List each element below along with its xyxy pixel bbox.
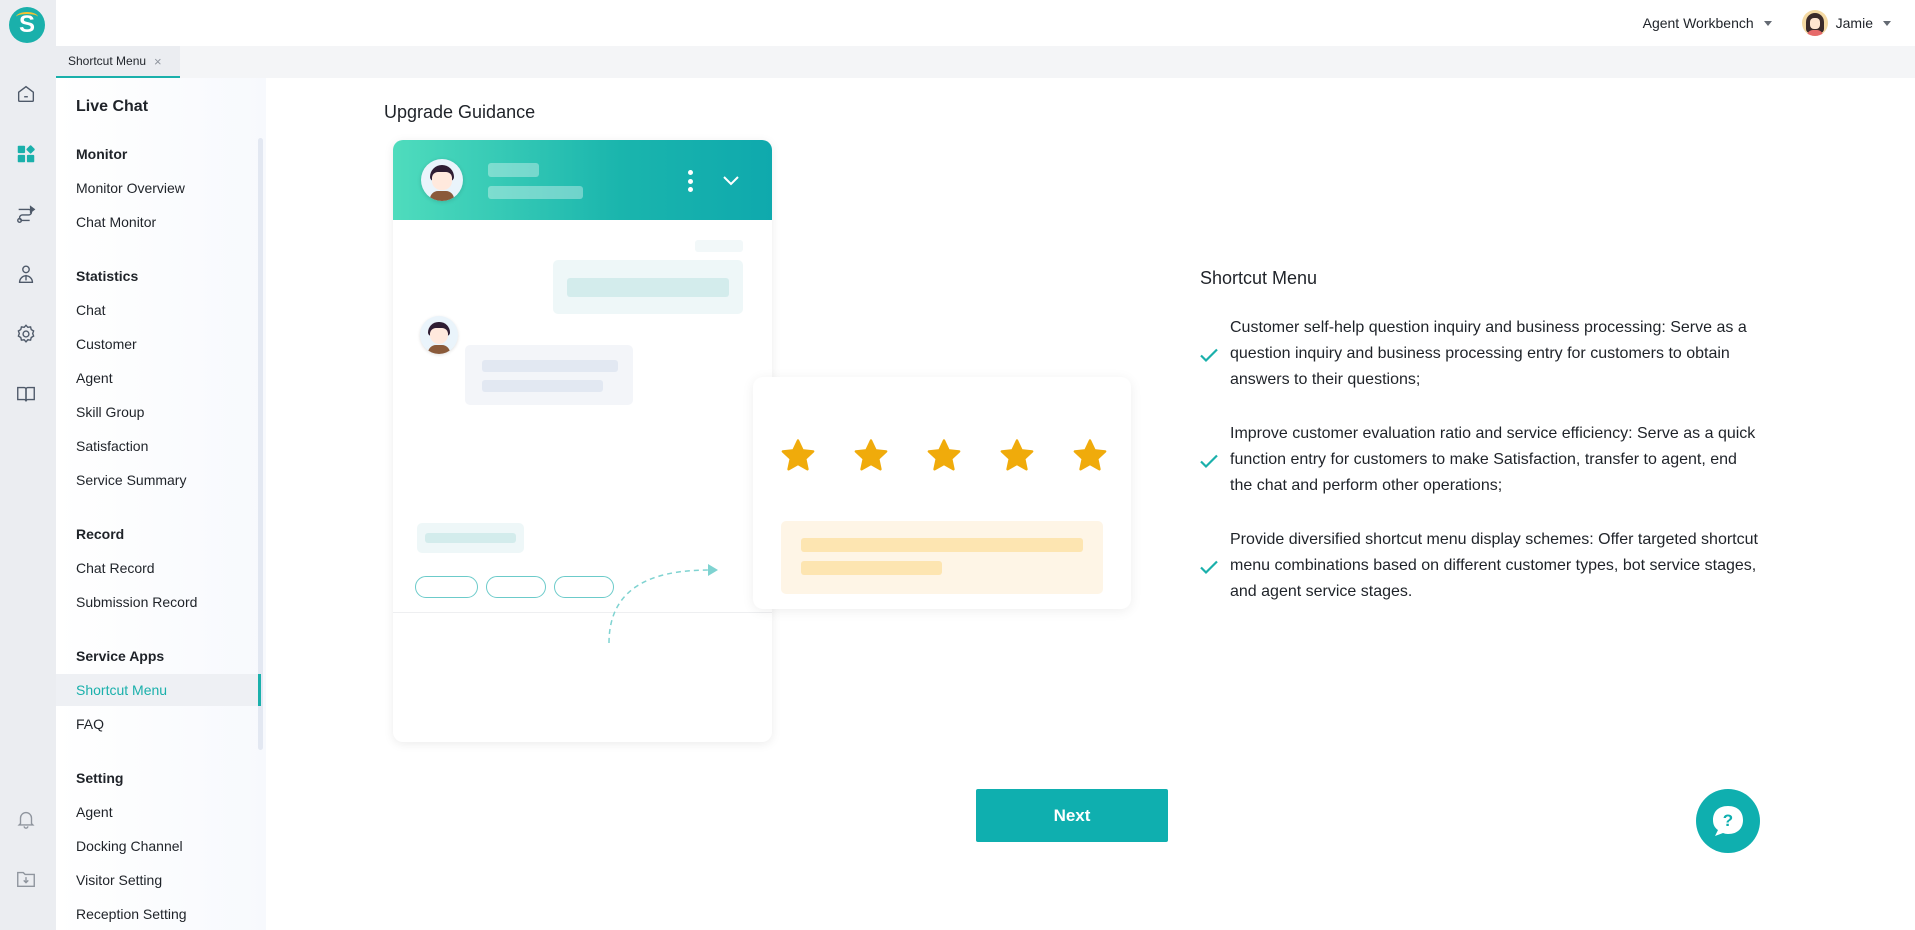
placeholder-bar bbox=[488, 186, 583, 199]
feature-item: Improve customer evaluation ratio and se… bbox=[1200, 421, 1760, 499]
placeholder-bar bbox=[488, 163, 539, 177]
top-bar: Agent Workbench Jamie bbox=[56, 0, 1915, 46]
nav-group-record: Record bbox=[76, 526, 125, 542]
next-button[interactable]: Next bbox=[976, 789, 1168, 842]
rating-card-illustration bbox=[753, 377, 1131, 609]
route-icon[interactable] bbox=[13, 201, 39, 227]
nav-item-docking-channel[interactable]: Docking Channel bbox=[56, 830, 261, 862]
nav-item-chat[interactable]: Chat bbox=[56, 294, 261, 326]
caret-down-icon bbox=[1763, 20, 1772, 26]
nav-item-setting-agent[interactable]: Agent bbox=[56, 796, 261, 828]
incoming-bubble bbox=[465, 345, 633, 405]
workspace-label: Agent Workbench bbox=[1642, 15, 1754, 31]
shortcut-pill bbox=[486, 576, 546, 598]
book-icon[interactable] bbox=[13, 381, 39, 407]
close-icon[interactable]: × bbox=[154, 54, 162, 69]
nav-item-satisfaction[interactable]: Satisfaction bbox=[56, 430, 261, 462]
nav-item-monitor-overview[interactable]: Monitor Overview bbox=[56, 172, 261, 204]
check-icon bbox=[1200, 348, 1218, 363]
workspace-switcher[interactable]: Agent Workbench bbox=[1643, 15, 1772, 31]
chat-window-header bbox=[393, 140, 772, 220]
settings-icon[interactable] bbox=[13, 321, 39, 347]
help-button[interactable]: ? bbox=[1696, 789, 1760, 853]
placeholder-bar bbox=[482, 360, 618, 372]
nav-group-service-apps: Service Apps bbox=[76, 648, 165, 664]
star-icon bbox=[1073, 439, 1107, 471]
user-avatar bbox=[1801, 10, 1828, 36]
user-menu[interactable]: Jamie bbox=[1801, 10, 1891, 36]
feature-text: Improve customer evaluation ratio and se… bbox=[1230, 425, 1756, 494]
nav-item-submission-record[interactable]: Submission Record bbox=[56, 586, 261, 618]
page-title: Upgrade Guidance bbox=[384, 102, 536, 122]
placeholder-bar bbox=[567, 278, 729, 297]
agent-avatar bbox=[421, 159, 463, 201]
check-icon bbox=[1200, 454, 1218, 469]
nav-item-visitor-setting[interactable]: Visitor Setting bbox=[56, 864, 261, 896]
placeholder-bar bbox=[482, 380, 603, 392]
nav-item-chat-monitor[interactable]: Chat Monitor bbox=[56, 206, 261, 238]
feature-text: Customer self-help question inquiry and … bbox=[1230, 319, 1747, 388]
nav-item-chat-record[interactable]: Chat Record bbox=[56, 552, 261, 584]
nav-group-monitor: Monitor bbox=[76, 146, 128, 162]
feature-title: Shortcut Menu bbox=[1200, 268, 1318, 288]
download-folder-icon[interactable] bbox=[13, 866, 39, 892]
comment-box bbox=[781, 521, 1103, 594]
nav-group-setting: Setting bbox=[76, 770, 124, 786]
chevron-down-icon bbox=[723, 176, 739, 186]
star-icon bbox=[1000, 439, 1034, 471]
bell-icon[interactable] bbox=[13, 806, 39, 832]
star-icon bbox=[927, 439, 961, 471]
logo-arc-decoration bbox=[16, 12, 38, 22]
feature-item: Provide diversified shortcut menu displa… bbox=[1200, 527, 1760, 605]
chat-window-illustration bbox=[393, 140, 772, 742]
placeholder-bar bbox=[801, 561, 942, 575]
user-name: Jamie bbox=[1835, 15, 1873, 31]
main-content: Upgrade Guidance Shortcut Menu Customer … bbox=[266, 78, 1915, 930]
left-rail: S bbox=[0, 0, 56, 930]
tab-label: Shortcut Menu bbox=[68, 54, 147, 68]
tab-bar: Shortcut Menu × bbox=[56, 46, 1915, 78]
placeholder-bar bbox=[425, 533, 516, 543]
nav-group-statistics: Statistics bbox=[76, 268, 139, 284]
nav-item-agent[interactable]: Agent bbox=[56, 362, 261, 394]
home-icon[interactable] bbox=[13, 81, 39, 107]
nav-item-service-summary[interactable]: Service Summary bbox=[56, 464, 261, 496]
svg-text:?: ? bbox=[1723, 811, 1733, 830]
timestamp-placeholder bbox=[695, 240, 743, 252]
side-nav: Live Chat Monitor Monitor Overview Chat … bbox=[56, 78, 266, 930]
shortcut-pill bbox=[415, 576, 478, 598]
caret-down-icon bbox=[1883, 20, 1891, 26]
dashboard-icon[interactable] bbox=[13, 141, 39, 167]
tab-shortcut-menu[interactable]: Shortcut Menu × bbox=[56, 46, 180, 78]
star-rating bbox=[779, 437, 1109, 475]
nav-item-skill-group[interactable]: Skill Group bbox=[56, 396, 261, 428]
feature-text: Provide diversified shortcut menu displa… bbox=[1230, 531, 1758, 600]
dashed-arrow-icon bbox=[608, 564, 718, 644]
check-icon bbox=[1200, 560, 1218, 575]
feature-item: Customer self-help question inquiry and … bbox=[1200, 315, 1760, 393]
more-vertical-icon bbox=[687, 170, 693, 192]
star-icon bbox=[781, 439, 815, 471]
nav-title: Live Chat bbox=[76, 98, 149, 115]
agent-icon[interactable] bbox=[13, 261, 39, 287]
feature-description: Shortcut Menu Customer self-help questio… bbox=[1200, 268, 1760, 633]
nav-item-faq[interactable]: FAQ bbox=[56, 708, 261, 740]
nav-item-customer[interactable]: Customer bbox=[56, 328, 261, 360]
nav-item-shortcut-menu[interactable]: Shortcut Menu bbox=[56, 674, 261, 706]
agent-avatar-small bbox=[420, 316, 458, 354]
placeholder-bar bbox=[801, 538, 1083, 552]
help-chat-icon: ? bbox=[1713, 806, 1743, 836]
star-icon bbox=[854, 439, 888, 471]
nav-item-reception-setting[interactable]: Reception Setting bbox=[56, 898, 261, 930]
